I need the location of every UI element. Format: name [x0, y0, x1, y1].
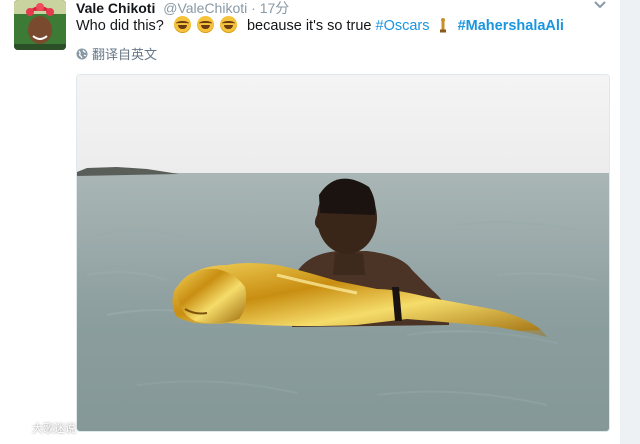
- page-edge: [620, 0, 640, 444]
- photo-man-with-oscar-icon: [77, 75, 609, 431]
- watermark-logo-icon: [6, 421, 28, 434]
- tweet-photo[interactable]: [76, 74, 610, 432]
- hashtag-oscars[interactable]: #Oscars: [376, 18, 430, 34]
- tweet-timestamp[interactable]: · 17分: [251, 0, 289, 16]
- avatar[interactable]: [14, 0, 66, 50]
- tears-of-joy-emoji-icon: [219, 16, 237, 33]
- tears-of-joy-emoji-icon: [173, 16, 191, 33]
- hashtag-mahershalaali[interactable]: #MahershalaAli: [458, 18, 564, 34]
- tweet-text-start: Who did this?: [76, 18, 164, 34]
- tears-of-joy-emoji-icon: [196, 16, 214, 33]
- chevron-down-icon[interactable]: [592, 0, 608, 12]
- watermark: 大歌迷说: [6, 420, 76, 436]
- trophy-emoji-icon: [439, 18, 446, 33]
- tweet-card: Vale Chikoti @ValeChikoti · 17分 Who did …: [0, 0, 640, 444]
- tweet-text-middle: because it's so true: [246, 18, 372, 34]
- tweet-text: Who did this? because it's so true #Osca…: [76, 16, 564, 36]
- globe-icon: [76, 48, 88, 59]
- translate-label: 翻译自英文: [92, 47, 158, 62]
- avatar-image-icon: [14, 0, 66, 50]
- author-name[interactable]: Vale Chikoti: [76, 0, 155, 16]
- translate-link[interactable]: 翻译自英文: [76, 44, 157, 63]
- author-handle[interactable]: @ValeChikoti: [163, 0, 247, 16]
- watermark-text: 大歌迷说: [32, 423, 76, 435]
